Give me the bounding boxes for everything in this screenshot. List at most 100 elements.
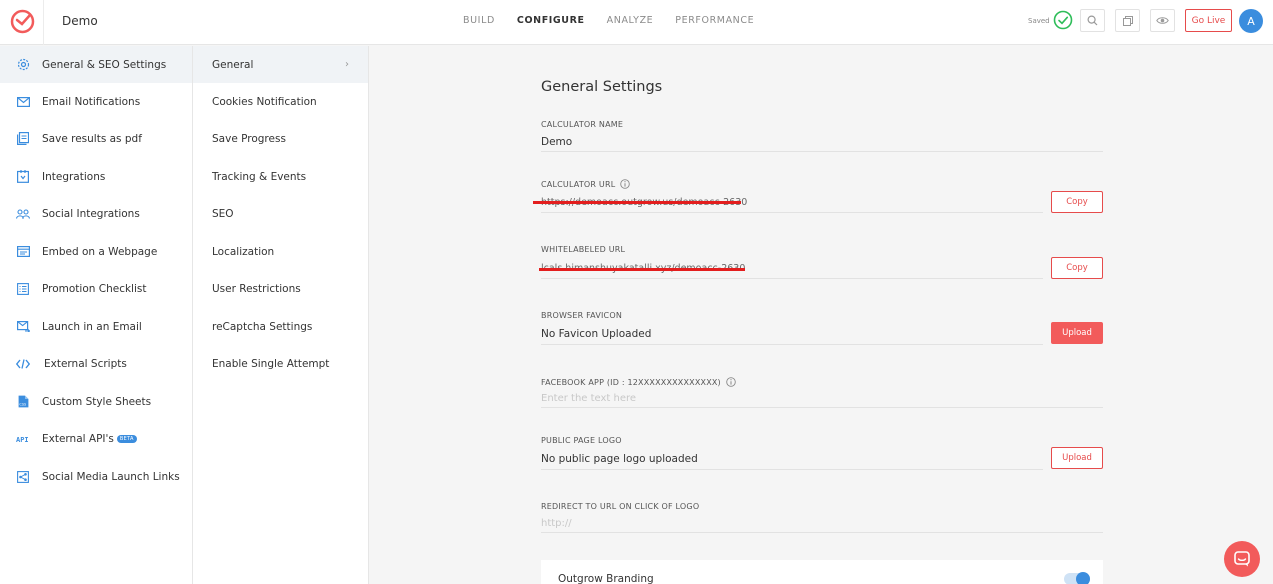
check-circle-icon bbox=[1053, 10, 1073, 30]
redaction-line bbox=[539, 268, 745, 271]
calculator-url-label: CALCULATOR URL bbox=[541, 179, 631, 189]
facebook-app-input[interactable]: Enter the text here bbox=[541, 393, 636, 404]
submenu-item-label: General bbox=[212, 58, 254, 71]
sidebar-item-external-scripts[interactable]: External Scripts bbox=[0, 345, 192, 382]
checklist-icon bbox=[16, 282, 30, 296]
toggle-knob bbox=[1076, 572, 1090, 584]
facebook-app-underline bbox=[541, 407, 1103, 408]
facebook-app-label: FACEBOOK APP (ID : 12XXXXXXXXXXXXXX) bbox=[541, 377, 736, 387]
submenu-item-localization[interactable]: Localization bbox=[193, 233, 368, 270]
public-logo-value: No public page logo uploaded bbox=[541, 453, 698, 465]
submenu-item-seo[interactable]: SEO bbox=[193, 195, 368, 232]
sidebar-item-label: Social Media Launch Links bbox=[42, 470, 180, 483]
sidebar-item-label: Integrations bbox=[42, 170, 106, 183]
sidebar-item-label: Custom Style Sheets bbox=[42, 395, 152, 408]
beta-badge: BETA bbox=[116, 434, 137, 443]
submenu-item-general[interactable]: General › bbox=[193, 46, 368, 83]
gear-icon bbox=[16, 58, 30, 72]
user-avatar[interactable]: A bbox=[1239, 9, 1263, 33]
envelope-icon bbox=[16, 95, 30, 109]
copy-calculator-url-button[interactable]: Copy bbox=[1051, 191, 1103, 213]
whitelabeled-url-underline bbox=[541, 278, 1043, 279]
branding-label: Outgrow Branding bbox=[558, 573, 654, 584]
sidebar-item-label: External Scripts bbox=[44, 357, 127, 370]
public-logo-label: PUBLIC PAGE LOGO bbox=[541, 436, 622, 445]
eye-icon bbox=[1156, 17, 1169, 24]
submenu-item-save-progress[interactable]: Save Progress bbox=[193, 120, 368, 157]
nav-configure[interactable]: CONFIGURE bbox=[517, 15, 585, 26]
submenu-item-single-attempt[interactable]: Enable Single Attempt bbox=[193, 345, 368, 382]
share-icon bbox=[16, 470, 30, 484]
sidebar-item-label: Save results as pdf bbox=[42, 132, 142, 145]
redaction-line bbox=[533, 201, 741, 204]
calculator-name-underline bbox=[541, 151, 1103, 152]
email-launch-icon bbox=[16, 320, 30, 334]
submenu-item-tracking[interactable]: Tracking & Events bbox=[193, 158, 368, 195]
sidebar-item-integrations[interactable]: Integrations bbox=[0, 158, 192, 195]
info-icon[interactable] bbox=[620, 179, 631, 189]
sidebar-item-social-launch-links[interactable]: Social Media Launch Links bbox=[0, 458, 192, 495]
favicon-label: BROWSER FAVICON bbox=[541, 311, 623, 320]
calculator-url-underline bbox=[541, 212, 1043, 213]
code-icon bbox=[16, 357, 30, 371]
css-file-icon: CSS bbox=[16, 395, 30, 409]
svg-text:API: API bbox=[16, 436, 29, 443]
api-icon: API bbox=[16, 432, 30, 446]
general-submenu: General › Cookies Notification Save Prog… bbox=[193, 46, 369, 584]
sidebar-item-label: Email Notifications bbox=[42, 95, 141, 108]
submenu-item-cookies[interactable]: Cookies Notification bbox=[193, 83, 368, 120]
sidebar-item-external-api[interactable]: API External API's BETA bbox=[0, 420, 192, 457]
calculator-name-input[interactable]: Demo bbox=[541, 136, 572, 148]
sidebar-item-embed[interactable]: Embed on a Webpage bbox=[0, 233, 192, 270]
sidebar-item-label: Launch in an Email bbox=[42, 320, 142, 333]
app-name: Demo bbox=[62, 14, 98, 28]
sidebar-item-social-integrations[interactable]: Social Integrations bbox=[0, 195, 192, 232]
redirect-url-input[interactable]: http:// bbox=[541, 518, 572, 529]
sidebar-item-custom-css[interactable]: CSS Custom Style Sheets bbox=[0, 383, 192, 420]
redirect-underline bbox=[541, 532, 1103, 533]
embed-icon bbox=[16, 245, 30, 259]
public-logo-underline bbox=[541, 469, 1043, 470]
saved-status: Saved bbox=[1028, 17, 1050, 25]
sidebar-item-label: Embed on a Webpage bbox=[42, 245, 158, 258]
favicon-value: No Favicon Uploaded bbox=[541, 328, 652, 340]
copy-icon bbox=[1122, 15, 1133, 26]
sidebar-item-save-pdf[interactable]: Save results as pdf bbox=[0, 120, 192, 157]
redirect-label: REDIRECT TO URL ON CLICK OF LOGO bbox=[541, 502, 700, 511]
nav-performance[interactable]: PERFORMANCE bbox=[675, 15, 754, 26]
chat-support-button[interactable] bbox=[1224, 541, 1260, 577]
submenu-item-user-restrictions[interactable]: User Restrictions bbox=[193, 270, 368, 307]
pdf-icon bbox=[16, 132, 30, 146]
search-button[interactable] bbox=[1080, 9, 1105, 32]
page-title: General Settings bbox=[541, 79, 663, 95]
sidebar-item-label: Social Integrations bbox=[42, 207, 140, 220]
search-icon bbox=[1087, 15, 1098, 26]
top-nav: BUILD CONFIGURE ANALYZE PERFORMANCE bbox=[463, 15, 776, 26]
upload-public-logo-button[interactable]: Upload bbox=[1051, 447, 1103, 469]
chevron-right-icon: › bbox=[345, 59, 349, 70]
upload-favicon-button[interactable]: Upload bbox=[1051, 322, 1103, 344]
sidebar-item-label: Promotion Checklist bbox=[42, 282, 147, 295]
branding-toggle[interactable] bbox=[1064, 572, 1090, 584]
sidebar-item-promotion-checklist[interactable]: Promotion Checklist bbox=[0, 270, 192, 307]
settings-sidebar: General & SEO Settings Email Notificatio… bbox=[0, 46, 193, 584]
sidebar-item-launch-email[interactable]: Launch in an Email bbox=[0, 308, 192, 345]
copy-whitelabeled-url-button[interactable]: Copy bbox=[1051, 257, 1103, 279]
svg-text:CSS: CSS bbox=[19, 403, 27, 407]
sidebar-item-general-seo[interactable]: General & SEO Settings bbox=[0, 46, 192, 83]
nav-analyze[interactable]: ANALYZE bbox=[607, 15, 654, 26]
chat-icon bbox=[1234, 551, 1250, 567]
preview-button[interactable] bbox=[1150, 9, 1175, 32]
sidebar-item-email-notifications[interactable]: Email Notifications bbox=[0, 83, 192, 120]
submenu-item-recaptcha[interactable]: reCaptcha Settings bbox=[193, 308, 368, 345]
favicon-underline bbox=[541, 344, 1043, 345]
outgrow-logo-icon[interactable] bbox=[9, 8, 36, 35]
outgrow-branding-card: Outgrow Branding bbox=[541, 560, 1103, 584]
top-header: Demo BUILD CONFIGURE ANALYZE PERFORMANCE… bbox=[0, 0, 1273, 45]
go-live-button[interactable]: Go Live bbox=[1185, 9, 1232, 32]
sidebar-item-label: External API's BETA bbox=[42, 433, 137, 445]
people-icon bbox=[16, 207, 30, 221]
info-icon[interactable] bbox=[726, 377, 736, 387]
nav-build[interactable]: BUILD bbox=[463, 15, 495, 26]
duplicate-button[interactable] bbox=[1115, 9, 1140, 32]
